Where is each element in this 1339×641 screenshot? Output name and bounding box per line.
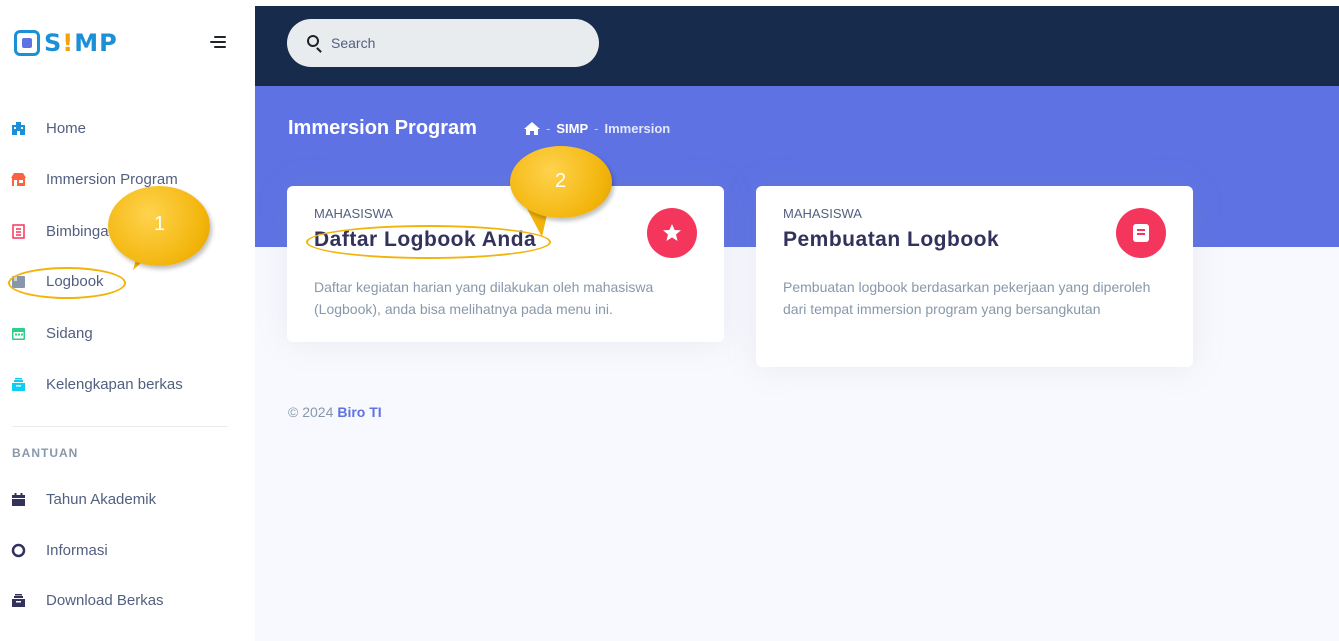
sidebar-item-download-berkas[interactable]: Download Berkas [0, 580, 255, 620]
copyright-text: © 2024 [288, 404, 334, 420]
sidebar-item-tahun-akademik[interactable]: Tahun Akademik [0, 479, 255, 519]
card-daftar-logbook[interactable]: MAHASISWA Daftar Logbook Anda Daftar keg… [287, 186, 724, 342]
footer-link-biro-ti[interactable]: Biro TI [337, 404, 381, 420]
calendar-icon [11, 326, 26, 341]
shop-icon [11, 172, 26, 187]
archive-icon [11, 377, 26, 392]
sidebar-item-label: Tahun Akademik [46, 490, 157, 508]
card-kicker: MAHASISWA [314, 206, 393, 221]
highlight-ring-logbook [8, 267, 126, 299]
sidebar-item-label: Sidang [46, 324, 93, 342]
calendar-icon [11, 492, 26, 507]
sidebar-item-label: Download Berkas [46, 591, 164, 609]
card-pembuatan-logbook[interactable]: MAHASISWA Pembuatan Logbook Pembuatan lo… [756, 186, 1193, 367]
building-icon [11, 121, 26, 136]
sidebar-divider [12, 426, 228, 427]
lifebuoy-icon [11, 543, 26, 558]
home-icon[interactable] [524, 122, 540, 135]
breadcrumb-item-simp[interactable]: SIMP [556, 121, 588, 136]
search-input[interactable] [331, 19, 581, 67]
sidebar-item-home[interactable]: Home [0, 108, 255, 148]
logo-icon [14, 30, 40, 56]
sidebar-item-informasi[interactable]: Informasi [0, 530, 255, 570]
sidebar-item-kelengkapan-berkas[interactable]: Kelengkapan berkas [0, 364, 255, 404]
page-title: Immersion Program [288, 117, 477, 139]
sidebar-section-heading: BANTUAN [12, 446, 79, 460]
bill-icon [11, 223, 26, 239]
search-box[interactable] [287, 19, 599, 67]
sidenav-toggle-button[interactable] [208, 34, 226, 50]
sidebar-item-sidang[interactable]: Sidang [0, 313, 255, 353]
breadcrumb: - SIMP - Immersion [524, 121, 670, 136]
card-kicker: MAHASISWA [783, 206, 862, 221]
callout-2: 2 [510, 146, 612, 218]
book-icon [1116, 208, 1166, 258]
search-icon [307, 35, 319, 47]
breadcrumb-item-immersion: Immersion [604, 121, 671, 136]
sidebar-item-label: Informasi [46, 541, 108, 559]
sidebar-item-label: Home [46, 119, 87, 137]
sidebar: S!MP Home Immersion Program Bimbingan Lo… [0, 0, 255, 641]
top-edge [255, 0, 1339, 6]
footer: © 2024 Biro TI [288, 404, 382, 420]
card-description: Daftar kegiatan harian yang dilakukan ol… [314, 279, 654, 317]
sidebar-item-label: Kelengkapan berkas [46, 375, 183, 393]
card-description: Pembuatan logbook berdasarkan pekerjaan … [783, 279, 1151, 317]
brand-logo[interactable]: S!MP [14, 26, 118, 60]
sidebar-item-label: Immersion Program [46, 170, 178, 188]
archive-icon [11, 593, 26, 608]
star-icon [647, 208, 697, 258]
highlight-ring-card-title [306, 225, 551, 259]
callout-1: 1 [108, 186, 210, 266]
sidebar-item-label: Bimbingan [46, 222, 117, 240]
card-title: Pembuatan Logbook [783, 228, 1000, 251]
brand-text: S!MP [44, 29, 118, 57]
